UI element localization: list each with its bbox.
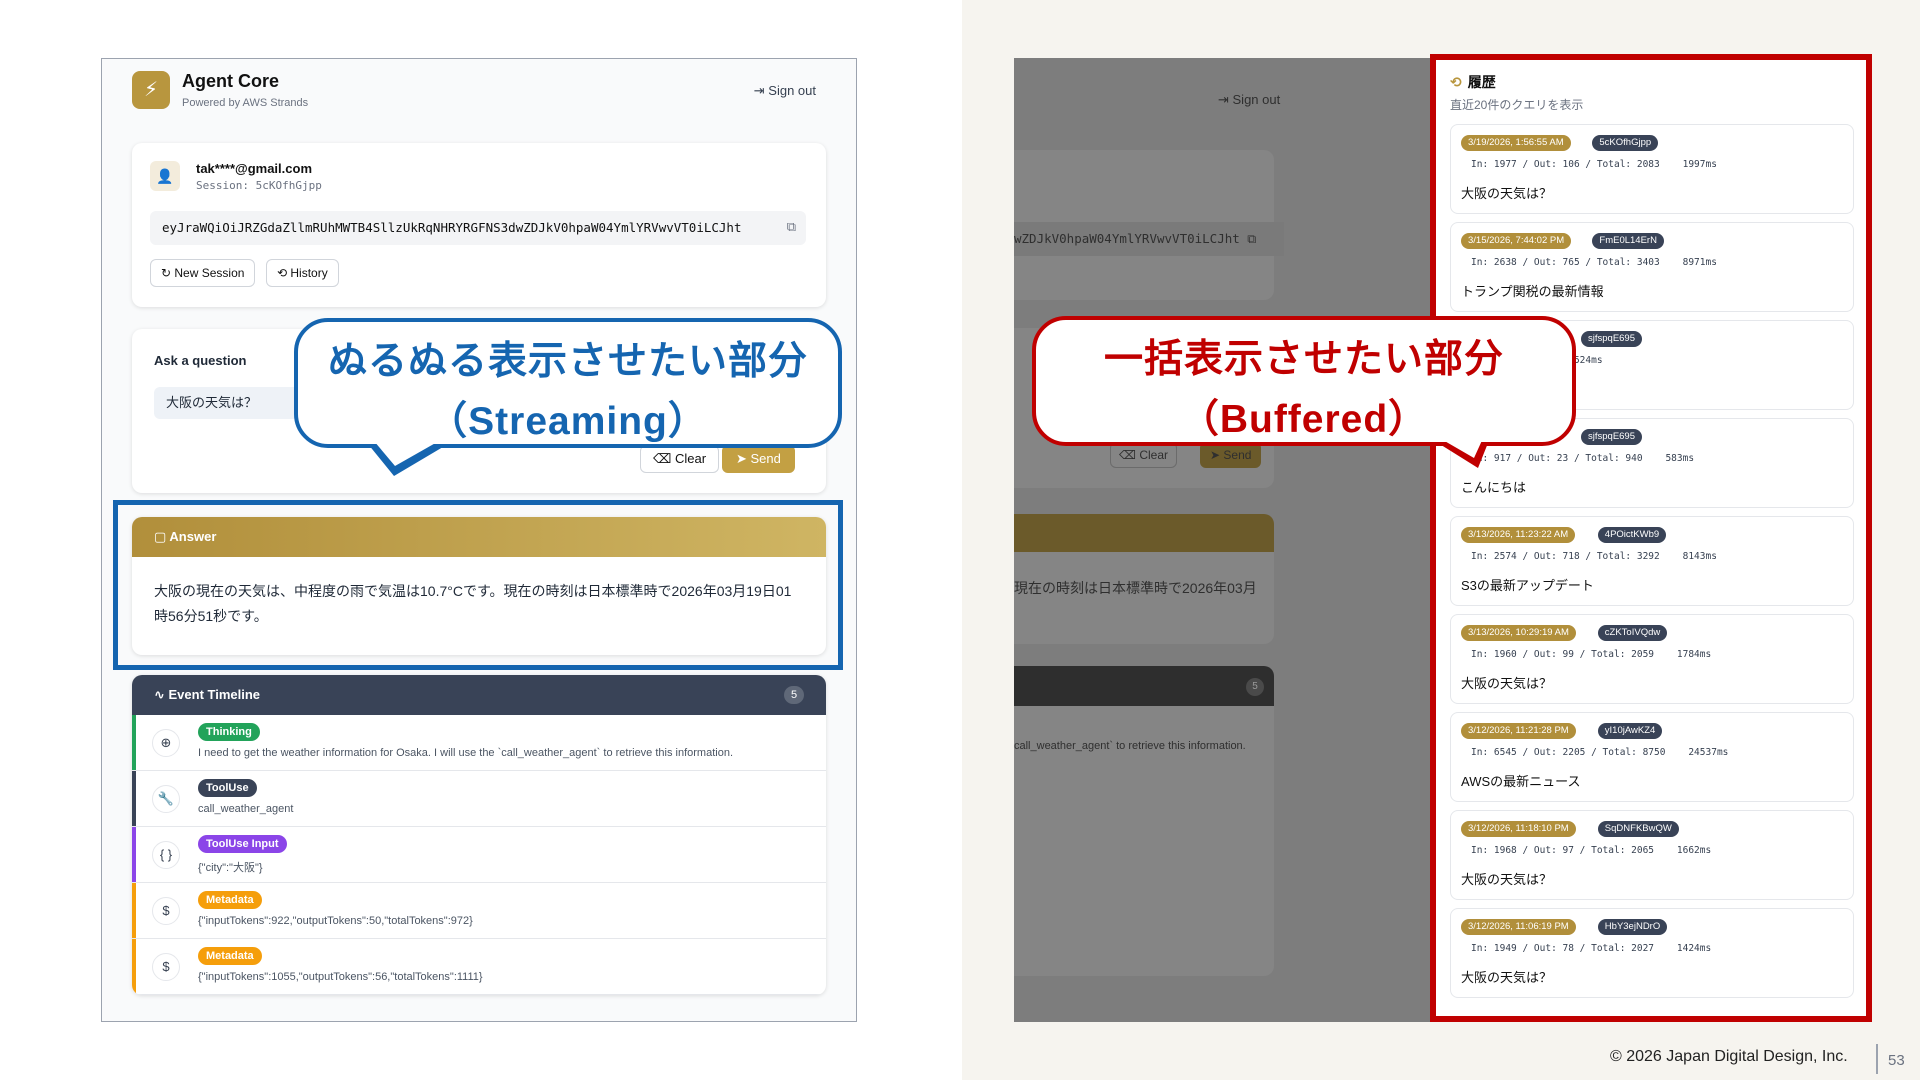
timeline-event: { } ToolUse Input {"city":"大阪"} bbox=[132, 827, 826, 883]
copy-icon[interactable]: ⧉ bbox=[787, 211, 796, 245]
braces-icon: { } bbox=[152, 841, 180, 869]
event-badge: Thinking bbox=[198, 723, 260, 741]
buffered-highlight-box bbox=[1430, 54, 1872, 1022]
token-field[interactable]: wZDJkV0hpaW04YmlYRVwvVT0iLCJht ⧉ bbox=[1014, 222, 1284, 256]
user-session-card: 👤 tak****@gmail.com Session: 5cKOfhGjpp … bbox=[132, 143, 826, 307]
event-timeline-card: ∿ Event Timeline 5 ⊕ Thinking I need to ge… bbox=[132, 675, 826, 995]
answer-text: 現在の時刻は日本標準時で2026年03月 bbox=[1014, 580, 1257, 596]
buffered-app-screenshot: ⇥ Sign out wZDJkV0hpaW04YmlYRVwvVT0iLCJh… bbox=[1014, 58, 1438, 1022]
history-button[interactable]: ⟲ History bbox=[266, 259, 339, 287]
event-accent-bar bbox=[132, 883, 136, 938]
sign-out-button[interactable]: ⇥ Sign out bbox=[1218, 92, 1280, 108]
app-title: Agent Core bbox=[182, 71, 280, 91]
event-accent-bar bbox=[132, 827, 136, 882]
streaming-callout: ぬるぬる表示させたい部分 （Streaming） bbox=[294, 318, 842, 448]
timeline-header bbox=[1014, 666, 1274, 706]
dollar-icon: $ bbox=[152, 953, 180, 981]
token-value: eyJraWQiOiJRZGdaZllmRUhMWTB4SllzUkRqNHRY… bbox=[162, 220, 742, 235]
buffered-callout-line2: （Buffered） bbox=[1179, 398, 1429, 441]
clear-button[interactable]: ⌫ Clear bbox=[640, 445, 720, 473]
history-icon: ⟲ bbox=[277, 266, 291, 280]
event-accent-bar bbox=[132, 771, 136, 826]
brain-icon: ⊕ bbox=[152, 729, 180, 757]
ask-label: Ask a question bbox=[154, 353, 247, 368]
buffered-callout: 一括表示させたい部分 （Buffered） bbox=[1032, 316, 1576, 446]
sign-out-label: Sign out bbox=[768, 83, 816, 98]
event-text: I need to get the weather information fo… bbox=[198, 747, 733, 759]
event-badge: ToolUse Input bbox=[198, 835, 287, 853]
copyright: © 2026 Japan Digital Design, Inc. bbox=[1610, 1048, 1848, 1065]
dollar-icon: $ bbox=[152, 897, 180, 925]
callout-tail-inner bbox=[374, 441, 439, 466]
timeline-event: ⊕ Thinking I need to get the weather infor… bbox=[132, 715, 826, 771]
event-text: {"inputTokens":1055,"outputTokens":56,"t… bbox=[198, 971, 483, 983]
answer-header bbox=[1014, 514, 1274, 552]
send-icon: ➤ bbox=[736, 451, 751, 466]
clear-label: Clear bbox=[675, 451, 707, 466]
event-accent-bar bbox=[132, 715, 136, 770]
activity-icon: ∿ bbox=[154, 687, 169, 702]
new-session-label: New Session bbox=[174, 266, 245, 280]
page-number: 53 bbox=[1888, 1052, 1905, 1069]
sign-out-label: Sign out bbox=[1232, 92, 1281, 107]
dimmed-app: ⇥ Sign out wZDJkV0hpaW04YmlYRVwvVT0iLCJh… bbox=[1014, 58, 1438, 1022]
buffered-callout-line1: 一括表示させたい部分 bbox=[1103, 338, 1504, 381]
timeline-header: ∿ Event Timeline bbox=[132, 675, 826, 715]
sign-out-icon: ⇥ bbox=[753, 83, 769, 98]
callout-tail-inner bbox=[1436, 436, 1484, 458]
eraser-icon: ⌫ bbox=[653, 451, 675, 466]
send-button[interactable]: ➤ Send bbox=[722, 445, 795, 473]
streaming-callout-line1: ぬるぬる表示させたい部分 bbox=[327, 340, 808, 383]
clear-label: Clear bbox=[1139, 448, 1168, 462]
token-field[interactable]: eyJraWQiOiJRZGdaZllmRUhMWTB4SllzUkRqNHRY… bbox=[150, 211, 806, 245]
timeline-event: $ Metadata {"inputTokens":922,"outputToken… bbox=[132, 883, 826, 939]
event-text: {"city":"大阪"} bbox=[198, 862, 263, 874]
sign-out-button[interactable]: ⇥ Sign out bbox=[754, 83, 816, 99]
event-text: call_weather_agent bbox=[198, 803, 294, 815]
event-badge: Metadata bbox=[198, 947, 262, 965]
footer-divider bbox=[1876, 1044, 1878, 1074]
wrench-icon: 🔧 bbox=[152, 785, 180, 813]
timeline-count-badge: 5 bbox=[1246, 678, 1264, 696]
app-subtitle: Powered by AWS Strands bbox=[182, 97, 309, 109]
history-label: History bbox=[290, 266, 328, 280]
lightning-icon: ⚡ bbox=[132, 71, 170, 109]
token-value: wZDJkV0hpaW04YmlYRVwvVT0iLCJht bbox=[1014, 231, 1240, 246]
timeline-event: 🔧 ToolUse call_weather_agent bbox=[132, 771, 826, 827]
event-text: call_weather_agent` to retrieve this inf… bbox=[1014, 740, 1246, 752]
user-email: tak****@gmail.com bbox=[196, 161, 312, 176]
streaming-highlight-box bbox=[113, 500, 843, 670]
new-session-button[interactable]: ↻ New Session bbox=[150, 259, 256, 287]
event-text: {"inputTokens":922,"outputTokens":50,"to… bbox=[198, 915, 473, 927]
event-badge: ToolUse bbox=[198, 779, 257, 797]
streaming-callout-line2: （Streaming） bbox=[428, 400, 708, 443]
send-label: Send bbox=[1223, 448, 1252, 462]
timeline-event: $ Metadata {"inputTokens":1055,"outputToke… bbox=[132, 939, 826, 995]
event-badge: Metadata bbox=[198, 891, 262, 909]
timeline-count-badge: 5 bbox=[784, 686, 804, 704]
event-accent-bar bbox=[132, 939, 136, 994]
refresh-icon: ↻ bbox=[161, 266, 175, 280]
timeline-title: Event Timeline bbox=[168, 687, 261, 702]
app-header: ⚡ Agent Core Powered by AWS Strands ⇥ Si… bbox=[102, 59, 856, 129]
send-label: Send bbox=[750, 451, 781, 466]
event-timeline-card bbox=[1014, 666, 1274, 976]
session-id: Session: 5cKOfhGjpp bbox=[196, 179, 322, 192]
user-icon: 👤 bbox=[150, 161, 180, 191]
